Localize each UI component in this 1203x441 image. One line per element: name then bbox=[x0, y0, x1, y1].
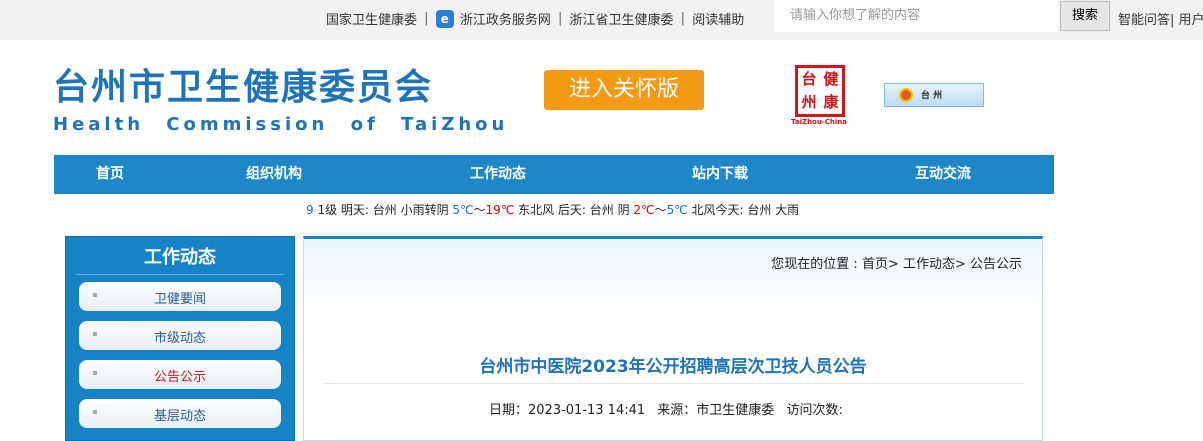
content-panel: 您现在的位置 : 首页> 工作动态> 公告公示 台州市中医院2023年公开招聘高… bbox=[303, 236, 1043, 441]
taizhou-badge[interactable]: 台 州 bbox=[884, 83, 984, 107]
weather-text: ～ bbox=[654, 203, 667, 217]
sidebar-item-label: 公告公示 bbox=[153, 370, 206, 385]
nav-item-home[interactable]: 首页 bbox=[74, 155, 146, 194]
logo-char: 台 bbox=[801, 70, 817, 88]
sidebar-item-label: 卫健要闻 bbox=[153, 292, 206, 307]
sidebar-item-health-news[interactable]: 卫健要闻 bbox=[79, 282, 281, 311]
nav-item-downloads[interactable]: 站内下载 bbox=[676, 155, 764, 194]
logo-char: 州 bbox=[801, 93, 817, 111]
main-nav: 首页 组织机构 工作动态 站内下载 互动交流 bbox=[54, 155, 1054, 194]
zhejiang-gov-icon: e bbox=[435, 9, 454, 28]
badge-emblem-icon bbox=[899, 88, 913, 102]
separator: | bbox=[424, 11, 429, 26]
article-visits: 访问次数: bbox=[786, 403, 843, 418]
care-version-button[interactable]: 进入关怀版 bbox=[544, 70, 704, 110]
taizhou-logo: 台 健 州 康 bbox=[795, 65, 845, 117]
logo-char: 康 bbox=[823, 93, 839, 111]
weather-text: 1级 明天: 台州 小雨转阴 bbox=[317, 203, 453, 217]
weather-text: ～ bbox=[473, 203, 486, 217]
divider bbox=[76, 274, 284, 275]
weather-ticker: 9 1级 明天: 台州 小雨转阴 5℃～19℃ 东北风 后天: 台州 阴 2℃～… bbox=[306, 201, 799, 218]
search-input[interactable]: 请输入你想了解的内容 bbox=[775, 0, 1059, 32]
sidebar-item-grassroots-news[interactable]: 基层动态 bbox=[79, 399, 281, 428]
smart-qa-link[interactable]: 智能问答| 用户 bbox=[1118, 9, 1203, 28]
weather-temp: 19℃ bbox=[485, 203, 515, 217]
sidebar-title: 工作动态 bbox=[144, 247, 216, 268]
weather-text: 东北风 后天: 台州 阴 bbox=[514, 203, 634, 217]
article-date: 日期：2023-01-13 14:41 bbox=[489, 403, 646, 418]
article-title: 台州市中医院2023年公开招聘高层次卫技人员公告 bbox=[479, 357, 867, 377]
separator: | bbox=[680, 11, 686, 26]
site-title-en: Health Commission of TaiZhou bbox=[53, 114, 509, 135]
breadcrumb[interactable]: 您现在的位置 : 首页> 工作动态> 公告公示 bbox=[771, 253, 1022, 272]
weather-temp: 5℃ bbox=[666, 203, 688, 217]
badge-label: 台 州 bbox=[921, 91, 943, 101]
article-source: 来源：市卫生健康委 bbox=[657, 403, 775, 418]
logo-char: 健 bbox=[823, 70, 839, 88]
link-zhejiang-health[interactable]: 浙江省卫生健康委 bbox=[570, 9, 674, 28]
weather-temp: 5℃ bbox=[452, 203, 474, 217]
nav-item-organization[interactable]: 组织机构 bbox=[234, 155, 314, 194]
site-title[interactable]: 台州市卫生健康委员会 bbox=[53, 58, 433, 110]
logo-subtitle: TaiZhou-China bbox=[791, 118, 847, 126]
sidebar-item-city-news[interactable]: 市级动态 bbox=[79, 321, 281, 350]
nav-item-work-news[interactable]: 工作动态 bbox=[454, 155, 542, 194]
weather-lead: 9 bbox=[306, 203, 314, 217]
article-meta: 日期：2023-01-13 14:41 来源：市卫生健康委 访问次数: bbox=[489, 399, 851, 418]
link-national-health[interactable]: 国家卫生健康委 bbox=[326, 9, 417, 28]
search-button[interactable]: 搜索 bbox=[1060, 1, 1110, 31]
weather-temp: 2℃ bbox=[633, 203, 655, 217]
top-utility-bar: 国家卫生健康委 | e 浙江政务服务网 | 浙江省卫生健康委 | 阅读辅助 请输… bbox=[0, 0, 1203, 40]
divider bbox=[324, 383, 1024, 384]
link-reading-aid[interactable]: 阅读辅助 bbox=[692, 9, 744, 28]
nav-item-interaction[interactable]: 互动交流 bbox=[899, 155, 987, 194]
sidebar: 工作动态 卫健要闻 市级动态 公告公示 基层动态 bbox=[65, 236, 295, 441]
sidebar-item-announcements[interactable]: 公告公示 bbox=[79, 360, 281, 389]
link-zhejiang-gov[interactable]: 浙江政务服务网 bbox=[460, 9, 551, 28]
sidebar-item-label: 基层动态 bbox=[153, 409, 206, 424]
weather-text: 北风今天: 台州 大雨 bbox=[687, 203, 800, 217]
separator: | bbox=[557, 11, 563, 26]
sidebar-item-label: 市级动态 bbox=[153, 331, 206, 346]
top-links: 国家卫生健康委 | e 浙江政务服务网 | 浙江省卫生健康委 | 阅读辅助 bbox=[326, 9, 744, 28]
